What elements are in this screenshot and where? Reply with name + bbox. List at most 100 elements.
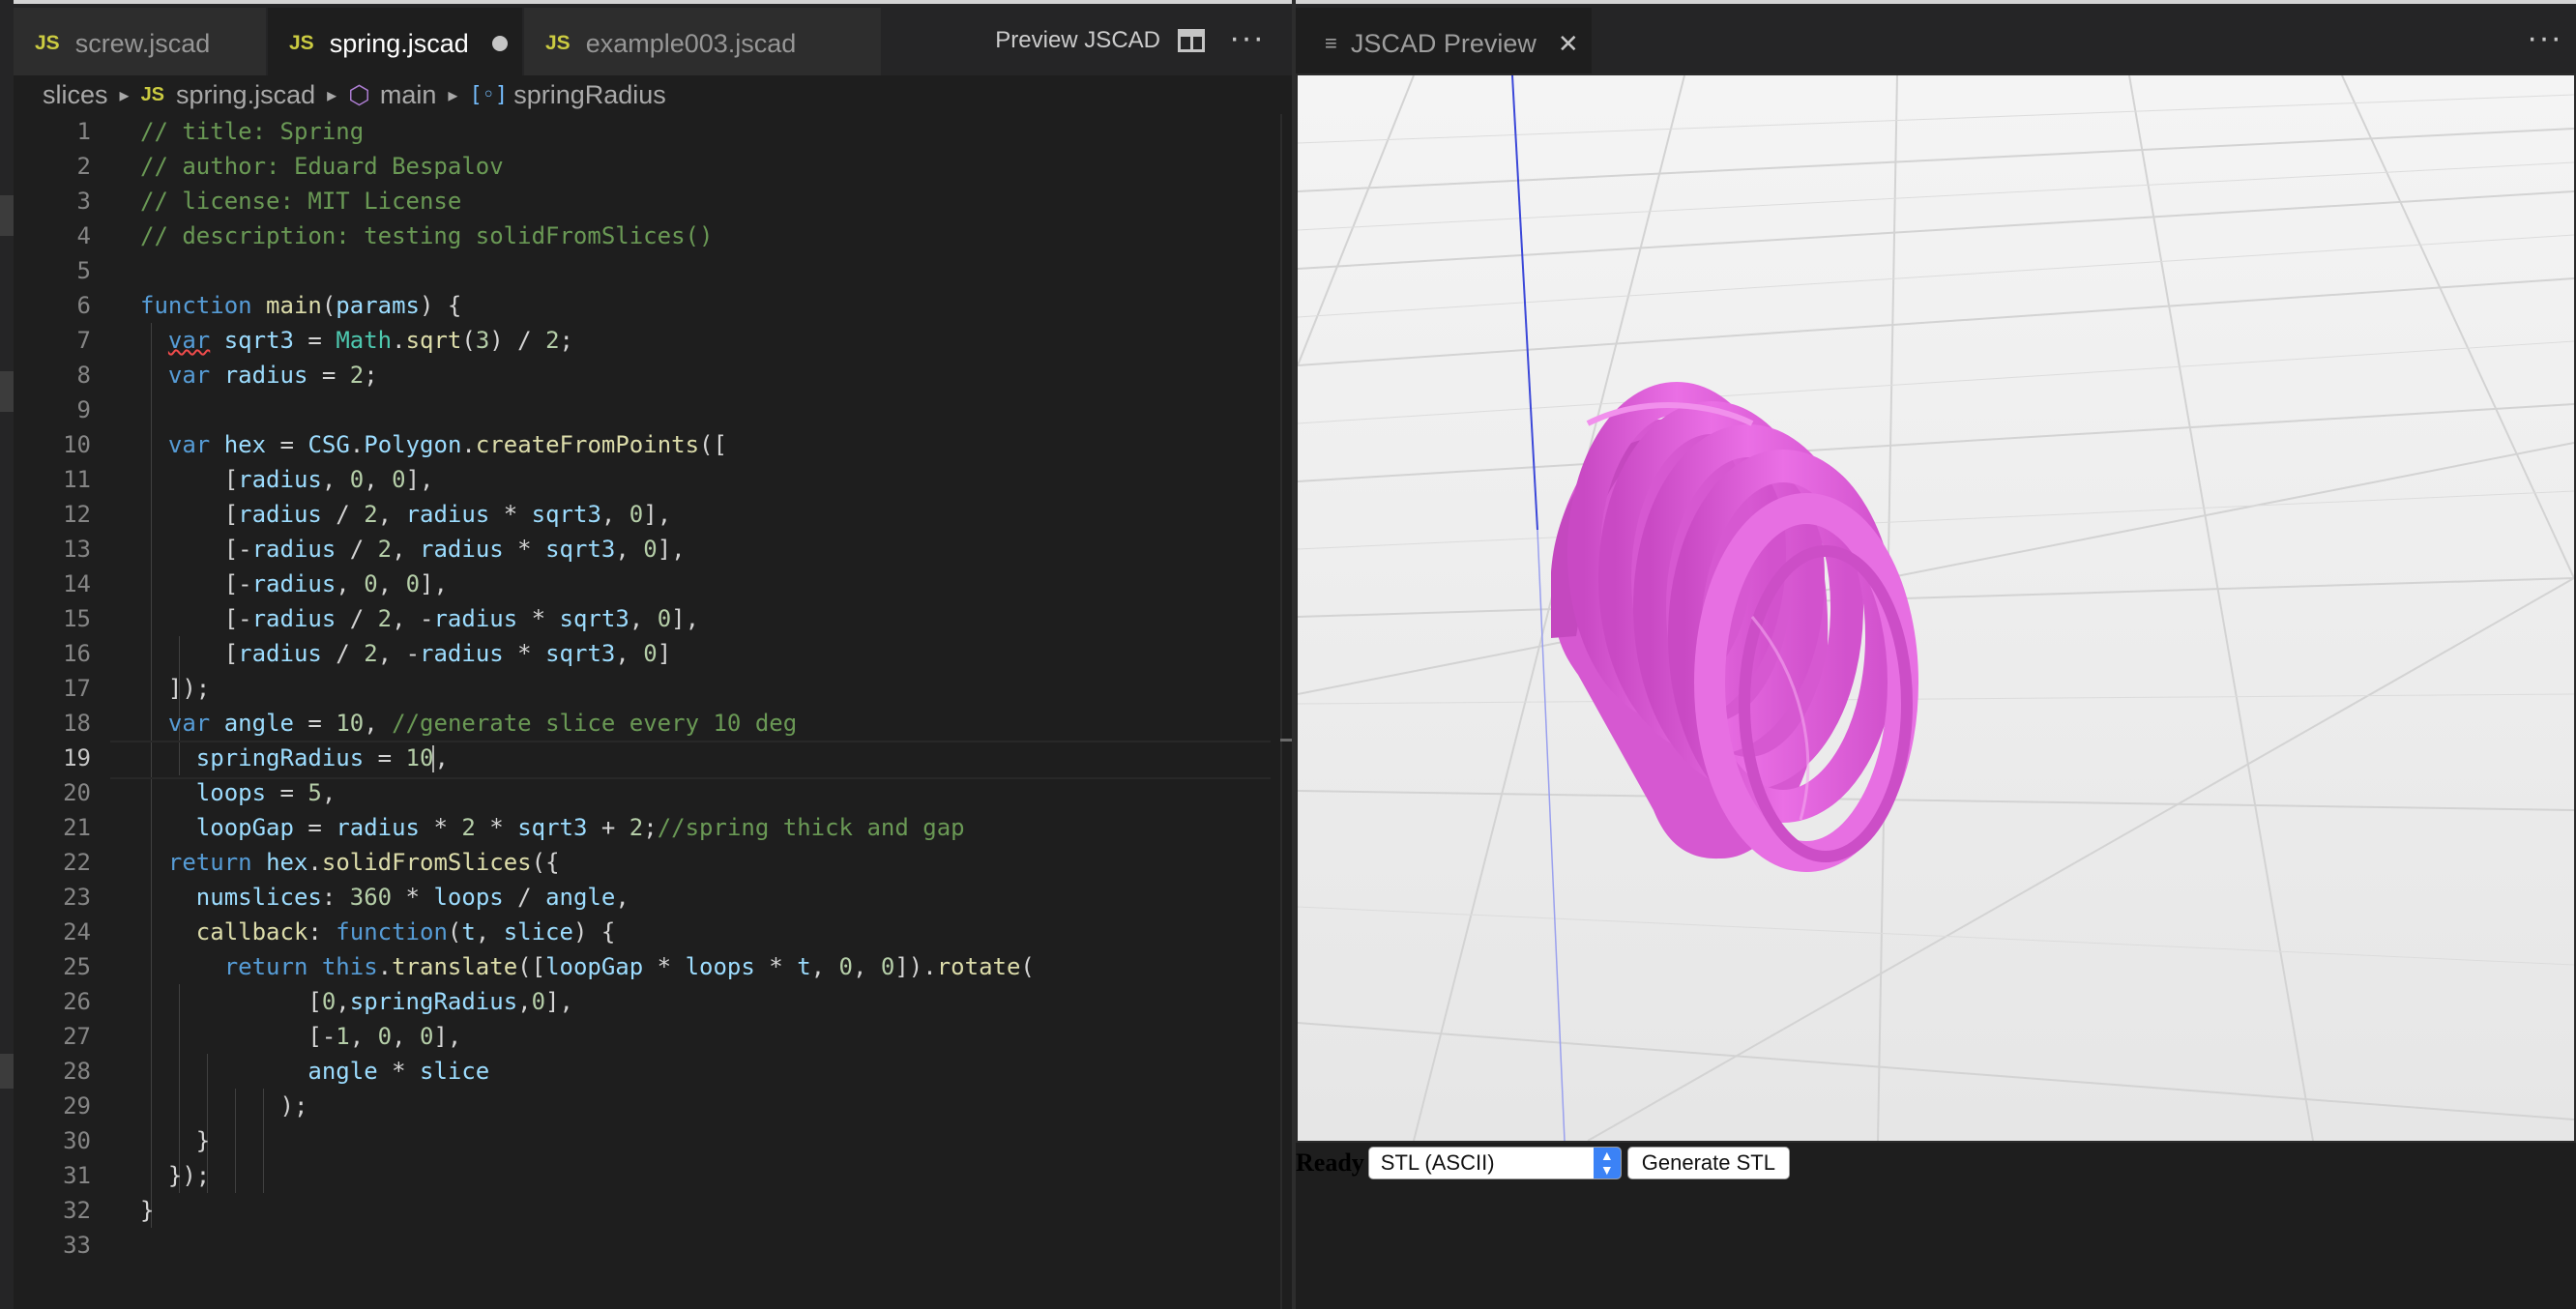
code-line[interactable]: 27 [-1, 0, 0], [14, 1019, 1271, 1054]
code-token: , [377, 570, 406, 597]
editor-tab-bar: JS screw.jscad JS spring.jscad JS exampl… [14, 0, 1292, 79]
code-line[interactable]: 5 [14, 253, 1271, 288]
code-line[interactable]: 19 springRadius = 10, [14, 741, 1271, 779]
code-token: ( [321, 292, 337, 319]
code-line[interactable]: 17 ]); [14, 671, 1271, 706]
code-token: main [266, 292, 322, 319]
code-token: 3 [475, 327, 490, 354]
code-token: sqrt3 [559, 605, 629, 632]
tab-jscad-preview[interactable]: ≡ JSCAD Preview ✕ [1296, 8, 1592, 79]
code-line[interactable]: 3 // license: MIT License [14, 184, 1271, 218]
code-token: 0 [838, 953, 853, 980]
code-line[interactable]: 22 return hex.solidFromSlices({ [14, 845, 1271, 880]
code-token: loopGap [545, 953, 644, 980]
tab-screw-jscad[interactable]: JS screw.jscad [14, 8, 267, 79]
line-number: 7 [76, 327, 91, 354]
breadcrumb-folder[interactable]: slices [43, 80, 108, 110]
split-editor-icon[interactable] [1178, 29, 1205, 52]
code-line[interactable]: 23 numslices: 360 * loops / angle, [14, 880, 1271, 915]
code-token: ) / [489, 327, 546, 354]
code-line[interactable]: 31 }); [14, 1158, 1271, 1193]
3d-viewport[interactable] [1296, 73, 2576, 1143]
code-line[interactable]: 24 callback: function(t, slice) { [14, 915, 1271, 949]
line-number: 9 [76, 396, 91, 423]
code-line[interactable]: 33 [14, 1228, 1271, 1263]
code-token: Polygon [364, 431, 462, 458]
breadcrumb-file[interactable]: spring.jscad [176, 80, 315, 110]
status-text: Ready [1296, 1149, 1364, 1177]
code-line[interactable]: 30 } [14, 1123, 1271, 1158]
code-token: [ [140, 988, 322, 1015]
breadcrumb-symbol[interactable]: springRadius [513, 80, 666, 110]
code-line[interactable]: 4 // description: testing solidFromSlices… [14, 218, 1271, 253]
more-actions-icon[interactable]: ··· [1229, 21, 1265, 54]
code-token: //spring thick and gap [657, 814, 965, 841]
code-line[interactable]: 21 loopGap = radius * 2 * sqrt3 + 2;//sp… [14, 810, 1271, 845]
code-line[interactable]: 2 // author: Eduard Bespalov [14, 149, 1271, 184]
code-line[interactable]: 8 var radius = 2; [14, 358, 1271, 393]
line-number: 13 [63, 536, 91, 563]
line-text: [0,springRadius,0], [140, 984, 573, 1019]
code-editor[interactable]: 1 // title: Spring 2 // author: Eduard Besp… [14, 114, 1271, 1309]
code-token: }); [140, 1162, 211, 1189]
preview-jscad-button[interactable]: Preview JSCAD [995, 27, 1160, 54]
code-line[interactable]: 16 [radius / 2, -radius * sqrt3, 0] [14, 636, 1271, 671]
line-text: loopGap = radius * 2 * sqrt3 + 2;//sprin… [140, 810, 965, 845]
code-token: , [321, 779, 337, 806]
code-token: 5 [307, 779, 322, 806]
code-line[interactable]: 25 return this.translate([loopGap * loop… [14, 949, 1271, 984]
line-number: 32 [63, 1197, 91, 1224]
line-text: var sqrt3 = Math.sqrt(3) / 2; [140, 323, 573, 358]
code-line[interactable]: 18 var angle = 10, //generate slice ever… [14, 706, 1271, 741]
line-text: // description: testing solidFromSlices(… [140, 218, 713, 253]
code-token: loopGap [195, 814, 294, 841]
activity-marker [0, 1054, 14, 1089]
code-token: sqrt [405, 327, 462, 354]
code-token: ; [364, 362, 378, 389]
code-token: ]). [894, 953, 937, 980]
code-line[interactable]: 29 ); [14, 1089, 1271, 1123]
code-token: var [167, 327, 211, 354]
line-text: ]); [140, 671, 210, 706]
code-token: ( [461, 327, 476, 354]
code-line[interactable]: 32} [14, 1193, 1271, 1228]
generate-stl-button[interactable]: Generate STL [1626, 1147, 1790, 1179]
code-token: = [364, 744, 406, 771]
code-token: * [754, 953, 798, 980]
code-token: var [167, 431, 211, 458]
code-token: , [615, 536, 644, 563]
code-token: 10 [336, 710, 365, 737]
code-line[interactable]: 9 [14, 393, 1271, 427]
code-line[interactable]: 28 angle * slice [14, 1054, 1271, 1089]
close-icon[interactable]: ✕ [1558, 29, 1579, 59]
line-number: 21 [63, 814, 91, 841]
code-token: [- [140, 536, 252, 563]
code-line[interactable]: 1 // title: Spring [14, 114, 1271, 149]
code-token: this [321, 953, 378, 980]
code-token: * [392, 884, 434, 911]
code-token: // description: testing solidFromSlices(… [140, 222, 714, 249]
code-line[interactable]: 7 var sqrt3 = Math.sqrt(3) / 2; [14, 323, 1271, 358]
chevron-right-icon: ▸ [119, 84, 130, 106]
code-line[interactable]: 14 [-radius, 0, 0], [14, 567, 1271, 601]
export-format-select[interactable]: STL (ASCII) ▲ ▼ [1367, 1147, 1622, 1179]
tab-spring-jscad[interactable]: JS spring.jscad [268, 8, 523, 79]
code-line[interactable]: 13 [-radius / 2, radius * sqrt3, 0], [14, 532, 1271, 567]
code-line[interactable]: 20 loops = 5, [14, 775, 1271, 810]
more-actions-icon[interactable]: ··· [2527, 21, 2562, 54]
code-line[interactable]: 11 [radius, 0, 0], [14, 462, 1271, 497]
code-line[interactable]: 12 [radius / 2, radius * sqrt3, 0], [14, 497, 1271, 532]
breadcrumb-function[interactable]: main [380, 80, 437, 110]
3d-scene [1298, 75, 2574, 1141]
code-token: * [420, 814, 462, 841]
tab-example003-jscad[interactable]: JS example003.jscad [524, 8, 882, 79]
code-line[interactable]: 26 [0,springRadius,0], [14, 984, 1271, 1019]
unsaved-dot-icon[interactable] [491, 36, 508, 51]
code-line[interactable]: 6 function main(params) { [14, 288, 1271, 323]
line-number: 15 [63, 605, 91, 632]
code-line[interactable]: 15 [-radius / 2, -radius * sqrt3, 0], [14, 601, 1271, 636]
code-line[interactable]: 10 var hex = CSG.Polygon.createFromPoint… [14, 427, 1271, 462]
code-token: loops [433, 884, 504, 911]
code-token: = [293, 814, 337, 841]
